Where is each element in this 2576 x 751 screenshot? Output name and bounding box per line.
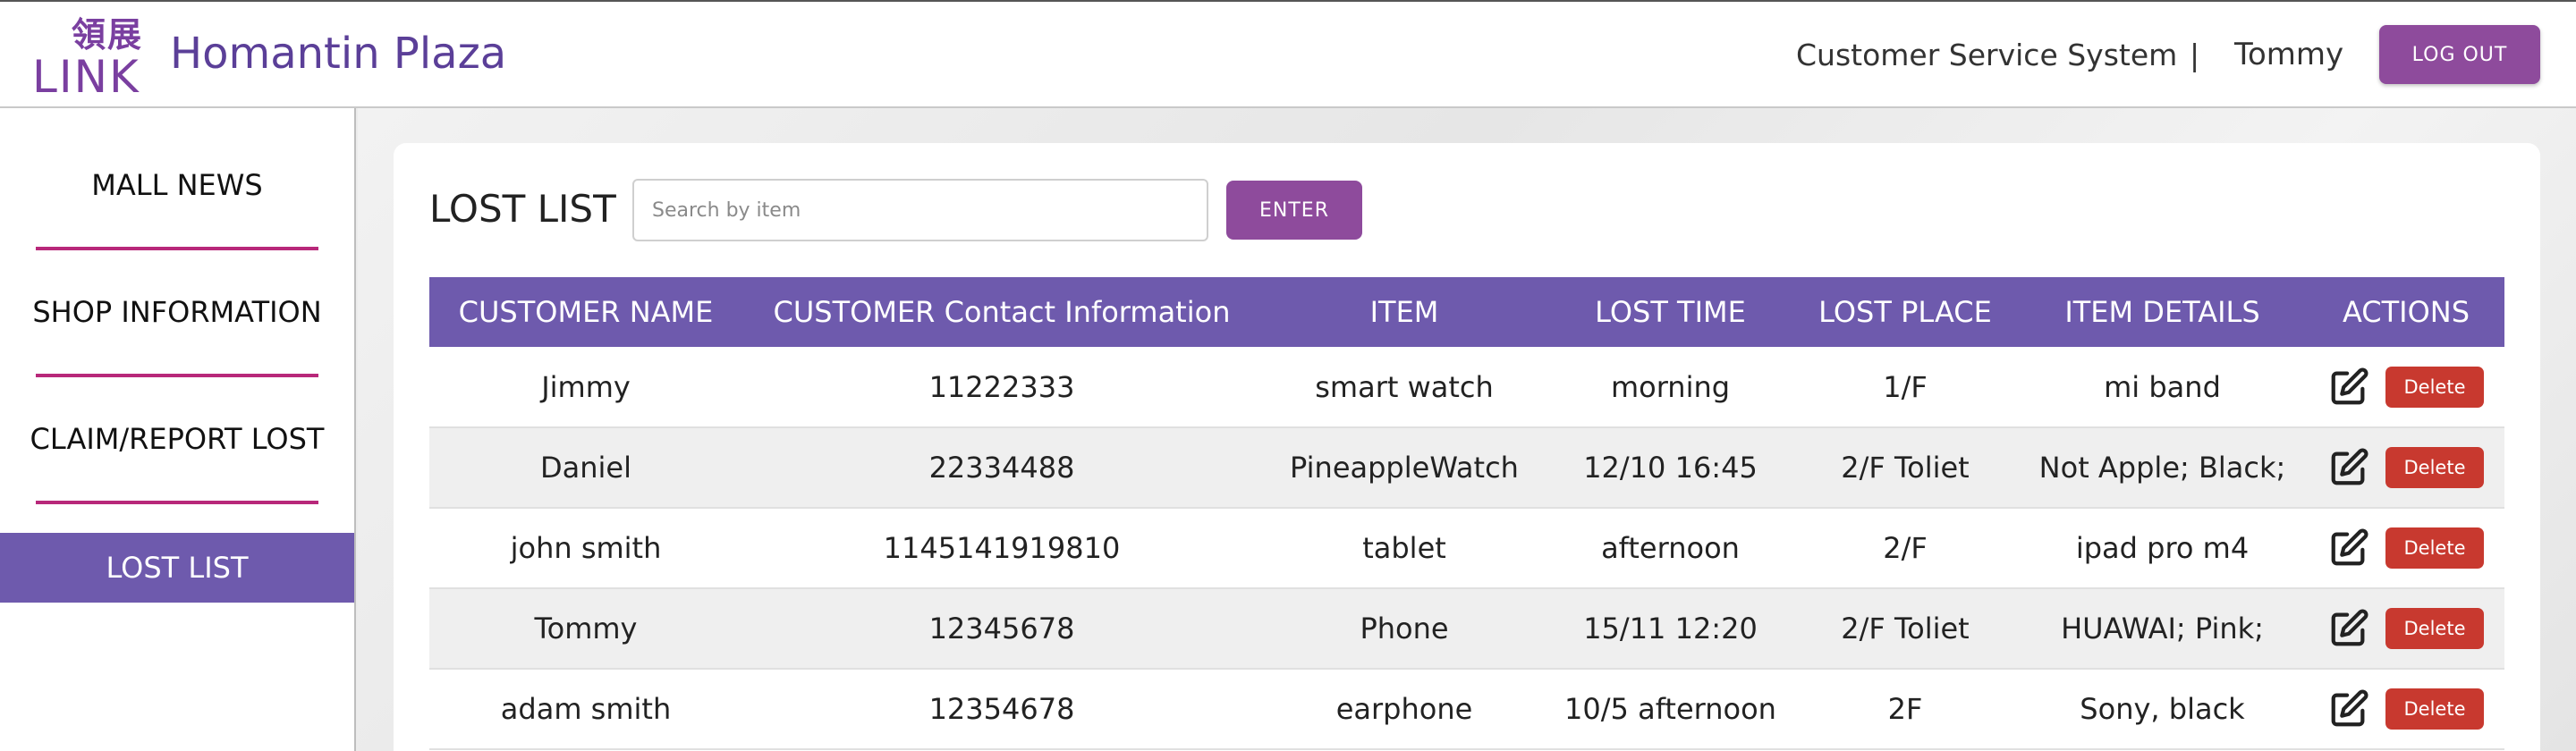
search-input[interactable] xyxy=(632,179,1208,241)
delete-button[interactable]: Delete xyxy=(2385,366,2484,408)
cell-contact: 1145141919810 xyxy=(742,508,1261,589)
cell-item-details: HUAWAI; Pink; xyxy=(2017,588,2308,670)
logo-wordmark: LINK xyxy=(32,51,140,103)
logo-cjk-text: 領展 xyxy=(72,15,144,55)
cell-actions: Delete xyxy=(2308,669,2504,750)
sidebar-item-claim-report-lost[interactable]: CLAIM/REPORT LOST xyxy=(0,421,354,457)
cell-contact: 11222333 xyxy=(742,347,1261,428)
sidebar-item-lost-list[interactable]: LOST LIST xyxy=(0,533,354,603)
cell-contact: 22334488 xyxy=(742,427,1261,509)
page-title: LOST LIST xyxy=(429,187,616,231)
cell-item: Phone xyxy=(1261,588,1547,670)
sidebar-item-shop-information[interactable]: SHOP INFORMATION xyxy=(0,294,354,330)
cell-lost-time: 12/10 16:45 xyxy=(1547,427,1793,509)
cell-lost-place: 2/F xyxy=(1793,508,2017,589)
table-row: adam smith 12354678 earphone 10/5 afternoon… xyxy=(429,669,2504,750)
link-logo: 領展 LINK xyxy=(32,15,148,100)
table-row: Jimmy 11222333 smart watch morning 1/F mi ban… xyxy=(429,347,2504,428)
delete-button[interactable]: Delete xyxy=(2385,608,2484,649)
cell-item: PineappleWatch xyxy=(1261,427,1547,509)
lost-items-table: CUSTOMER NAME CUSTOMER Contact Informati… xyxy=(429,277,2504,750)
cell-customer-name: Daniel xyxy=(429,427,742,509)
column-header-item: ITEM xyxy=(1261,277,1547,347)
cell-actions: Delete xyxy=(2308,347,2504,428)
cell-customer-name: Jimmy xyxy=(429,347,742,428)
cell-item-details: Sony, black xyxy=(2017,669,2308,750)
cell-item-details: ipad pro m4 xyxy=(2017,508,2308,589)
edit-icon[interactable] xyxy=(2328,527,2369,569)
column-header-lost-place: LOST PLACE xyxy=(1793,277,2017,347)
column-header-item-details: ITEM DETAILS xyxy=(2017,277,2308,347)
delete-button[interactable]: Delete xyxy=(2385,527,2484,569)
app-header: 領展 LINK Homantin Plaza Customer Service … xyxy=(0,0,2576,108)
nav-divider xyxy=(36,374,318,377)
cell-lost-place: 2/F Toliet xyxy=(1793,588,2017,670)
cell-contact: 12345678 xyxy=(742,588,1261,670)
cell-item: earphone xyxy=(1261,669,1547,750)
table-body: Jimmy 11222333 smart watch morning 1/F mi ban… xyxy=(429,347,2504,750)
delete-button[interactable]: Delete xyxy=(2385,688,2484,730)
cell-item-details: Not Apple; Black; xyxy=(2017,427,2308,509)
edit-icon[interactable] xyxy=(2328,688,2369,730)
cell-item: tablet xyxy=(1261,508,1547,589)
nav-divider xyxy=(36,247,318,250)
cell-lost-time: 10/5 afternoon xyxy=(1547,669,1793,750)
cell-contact: 12354678 xyxy=(742,669,1261,750)
cell-lost-time: 15/11 12:20 xyxy=(1547,588,1793,670)
table-row: Daniel 22334488 PineappleWatch 12/10 16:45 2… xyxy=(429,427,2504,509)
mall-title: Homantin Plaza xyxy=(170,29,507,79)
sidebar-item-mall-news[interactable]: MALL NEWS xyxy=(0,167,354,203)
edit-icon[interactable] xyxy=(2328,447,2369,488)
column-header-actions: ACTIONS xyxy=(2308,277,2504,347)
logout-button[interactable]: LOG OUT xyxy=(2379,25,2540,84)
cell-lost-place: 1/F xyxy=(1793,347,2017,428)
delete-button[interactable]: Delete xyxy=(2385,447,2484,488)
cell-actions: Delete xyxy=(2308,588,2504,670)
table-row: Tommy 12345678 Phone 15/11 12:20 2/F Toliet H… xyxy=(429,588,2504,670)
column-header-contact-information: CUSTOMER Contact Information xyxy=(742,277,1261,347)
cell-customer-name: adam smith xyxy=(429,669,742,750)
system-name: Customer Service System xyxy=(1796,38,2178,72)
cell-item: smart watch xyxy=(1261,347,1547,428)
column-header-lost-time: LOST TIME xyxy=(1547,277,1793,347)
cell-lost-time: afternoon xyxy=(1547,508,1793,589)
nav-divider xyxy=(36,501,318,504)
column-header-customer-name: CUSTOMER NAME xyxy=(429,277,742,347)
cell-lost-place: 2F xyxy=(1793,669,2017,750)
sidebar: MALL NEWS SHOP INFORMATION CLAIM/REPORT … xyxy=(0,108,356,751)
cell-actions: Delete xyxy=(2308,427,2504,509)
edit-icon[interactable] xyxy=(2328,367,2369,408)
cell-lost-place: 2/F Toliet xyxy=(1793,427,2017,509)
header-separator: | xyxy=(2190,38,2200,72)
cell-item-details: mi band xyxy=(2017,347,2308,428)
table-row: john smith 1145141919810 tablet afternoon 2/… xyxy=(429,508,2504,589)
cell-customer-name: john smith xyxy=(429,508,742,589)
cell-actions: Delete xyxy=(2308,508,2504,589)
cell-customer-name: Tommy xyxy=(429,588,742,670)
current-user: Tommy xyxy=(2234,37,2344,72)
edit-icon[interactable] xyxy=(2328,608,2369,649)
enter-button[interactable]: ENTER xyxy=(1226,181,1362,240)
table-header-row: CUSTOMER NAME CUSTOMER Contact Informati… xyxy=(429,277,2504,347)
cell-lost-time: morning xyxy=(1547,347,1793,428)
